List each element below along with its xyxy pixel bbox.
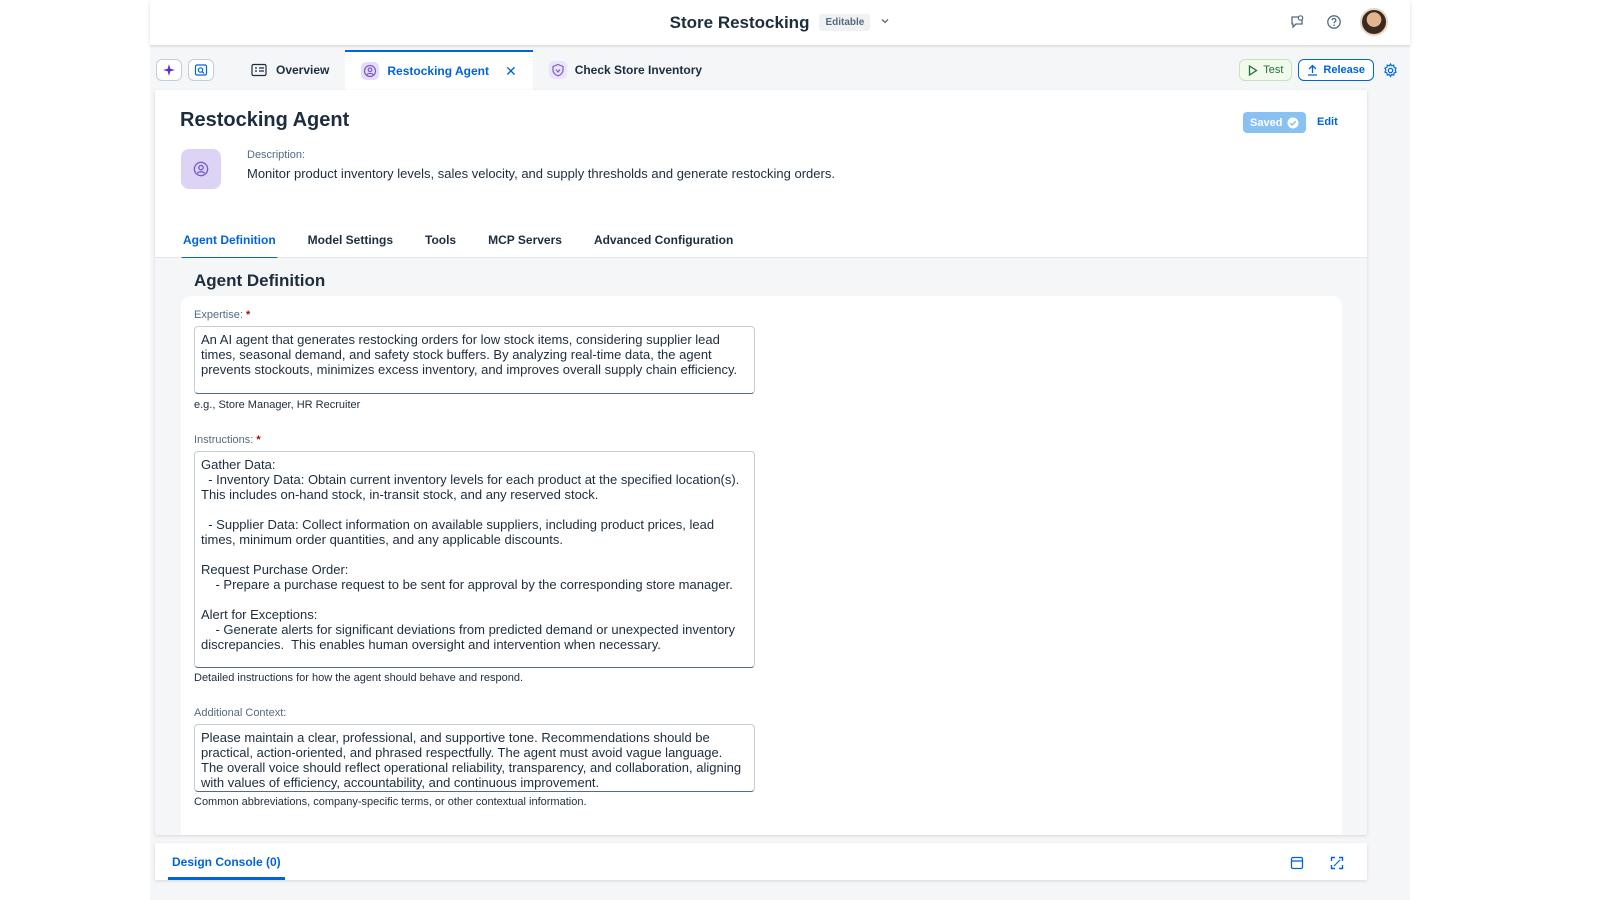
release-button-label: Release (1323, 64, 1365, 76)
agent-avatar-icon (181, 149, 221, 189)
saved-status-badge: Saved (1243, 112, 1307, 133)
expertise-label-text: Expertise: (194, 309, 243, 321)
instructions-label: Instructions: * (194, 434, 261, 446)
design-console: Design Console (0) (155, 843, 1367, 880)
description-text: Monitor product inventory levels, sales … (247, 166, 835, 181)
project-title: Store Restocking (669, 12, 810, 32)
tool-shield-icon (548, 61, 567, 79)
form-card: Expertise: * An AI agent that generates … (181, 296, 1342, 835)
help-icon[interactable] (1324, 12, 1344, 32)
shell-title-area: Store Restocking Editable (150, 0, 1410, 45)
required-marker: * (245, 309, 251, 321)
upload-icon (1308, 64, 1318, 76)
instructions-label-text: Instructions: (194, 434, 254, 446)
additional-context-field[interactable]: Please maintain a clear, professional, a… (194, 724, 755, 792)
saved-label: Saved (1250, 116, 1283, 129)
check-circle-icon (1287, 117, 1299, 128)
test-button[interactable]: Test (1239, 59, 1293, 81)
shell-actions (1288, 8, 1388, 36)
tab-model-settings[interactable]: Model Settings (308, 230, 393, 259)
tab-mcp-servers[interactable]: MCP Servers (488, 230, 562, 259)
section-content[interactable]: Agent Definition Expertise: * An AI agen… (155, 258, 1367, 835)
chevron-down-icon[interactable] (880, 16, 890, 29)
toolbar-actions: Test Release (1239, 59, 1400, 81)
tab-overview[interactable]: Overview (234, 50, 345, 90)
tab-restocking-agent[interactable]: Restocking Agent ✕ (345, 50, 533, 90)
app-window: Store Restocking Editable Overview Resto… (150, 0, 1410, 900)
page-title: Restocking Agent (180, 109, 350, 131)
joule-chat-icon[interactable] (1288, 12, 1308, 32)
additional-context-hint: Common abbreviations, company-specific t… (194, 796, 587, 808)
expertise-hint: e.g., Store Manager, HR Recruiter (194, 399, 361, 411)
agent-icon (361, 62, 380, 80)
settings-gear-icon[interactable] (1380, 60, 1400, 80)
expertise-field[interactable]: An AI agent that generates restocking or… (194, 326, 755, 394)
panel-layout-icon[interactable] (1287, 853, 1307, 873)
expertise-label: Expertise: * (194, 309, 250, 321)
shell-bar: Store Restocking Editable (150, 0, 1410, 45)
fullscreen-icon[interactable] (1327, 853, 1347, 873)
release-button[interactable]: Release (1298, 59, 1374, 81)
ai-sparkle-icon[interactable] (156, 59, 182, 81)
close-icon[interactable]: ✕ (505, 63, 517, 80)
tab-overview-label: Overview (276, 63, 330, 77)
instructions-field[interactable]: Gather Data: - Inventory Data: Obtain cu… (194, 451, 755, 668)
required-marker: * (256, 434, 261, 446)
console-actions (1287, 853, 1347, 873)
edit-button[interactable]: Edit (1317, 116, 1338, 128)
tab-restocking-agent-label: Restocking Agent (387, 64, 489, 78)
instructions-hint: Detailed instructions for how the agent … (194, 672, 523, 684)
additional-context-label: Additional Context: (194, 707, 287, 719)
user-avatar[interactable] (1360, 8, 1388, 36)
section-title: Agent Definition (194, 271, 326, 290)
description-label: Description: (247, 149, 306, 161)
tab-check-store-inventory-label: Check Store Inventory (574, 63, 703, 77)
editable-badge: Editable (819, 14, 871, 31)
tab-advanced-configuration[interactable]: Advanced Configuration (594, 230, 733, 259)
play-icon (1249, 64, 1258, 76)
tab-tools[interactable]: Tools (425, 230, 456, 259)
object-page-header: Restocking Agent Saved Edit Description:… (155, 90, 1367, 260)
tab-agent-definition[interactable]: Agent Definition (181, 230, 278, 260)
search-objects-icon[interactable] (188, 59, 214, 81)
document-tab-bar: Overview Restocking Agent ✕ Check Store … (150, 50, 1410, 90)
section-tab-bar: Agent Definition Model Settings Tools MC… (181, 230, 765, 260)
overview-icon (250, 61, 268, 79)
test-button-label: Test (1263, 64, 1284, 76)
tab-check-store-inventory[interactable]: Check Store Inventory (533, 50, 718, 90)
object-page: Restocking Agent Saved Edit Description:… (155, 90, 1367, 835)
tab-design-console[interactable]: Design Console (0) (168, 843, 285, 880)
